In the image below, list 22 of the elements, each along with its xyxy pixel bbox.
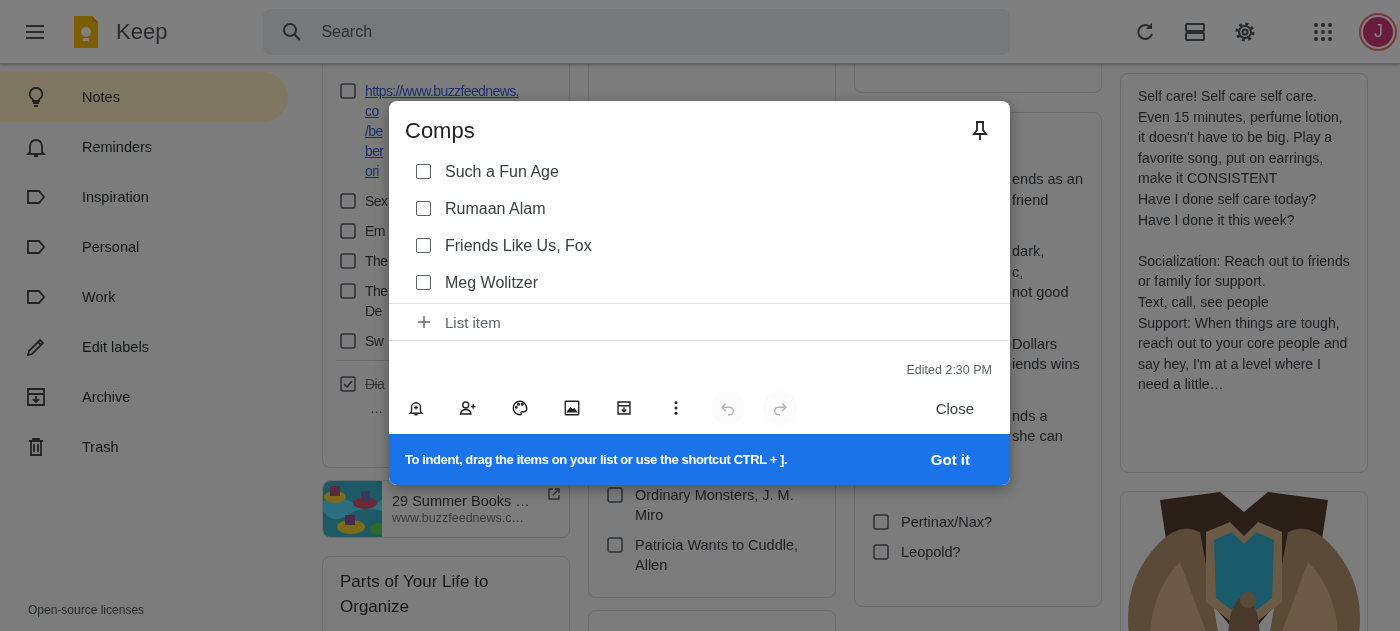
note-item: The De bbox=[365, 282, 388, 321]
note-text: dark, c, not good bbox=[1012, 242, 1070, 302]
tip-text: To indent, drag the items on your list or use the shortcut CTRL + ]. bbox=[405, 452, 788, 467]
note-item: Em bbox=[365, 222, 385, 241]
note-text: Self care! Self care self care. Even 15 minutes, perfume lotion, it doesn't have to be big. Play a favorite song, put on earrings, make it CONSISTENT Have I done self care today? Have I done it this week? Socialization: Reach out to friends or family for support. Text, call, see people Support: When things are tough, reach out to your core people and say hey, I'm at a level where I need a little… bbox=[1138, 87, 1350, 395]
note-item: Sex bbox=[365, 192, 388, 211]
note-item: Leopold? bbox=[901, 542, 961, 562]
more-items-ellipsis: … bbox=[370, 401, 384, 416]
note-item: Patricia Wants to Cuddle, Allen bbox=[635, 536, 800, 575]
note-text: Dollars iends wins bbox=[1012, 334, 1081, 374]
edited-time: Edited 2:30 PM bbox=[906, 363, 992, 377]
note-item: Ordinary Monsters, J. M. Miro bbox=[635, 486, 795, 525]
app-name: Keep bbox=[116, 18, 168, 45]
note-item: Dia bbox=[365, 375, 385, 394]
link-title: 29 Summer Books … bbox=[392, 493, 530, 509]
note-item: Sw bbox=[365, 332, 384, 351]
note-text: ends as an friend bbox=[1012, 170, 1084, 210]
link-url: www.buzzfeednews.c… bbox=[392, 511, 525, 525]
note-title: Parts of Your Life to Organize bbox=[340, 571, 490, 618]
note-item: The bbox=[365, 252, 388, 271]
note-text: nds a she can bbox=[1012, 406, 1064, 446]
note-item: Pertinax/Nax? bbox=[901, 512, 993, 532]
